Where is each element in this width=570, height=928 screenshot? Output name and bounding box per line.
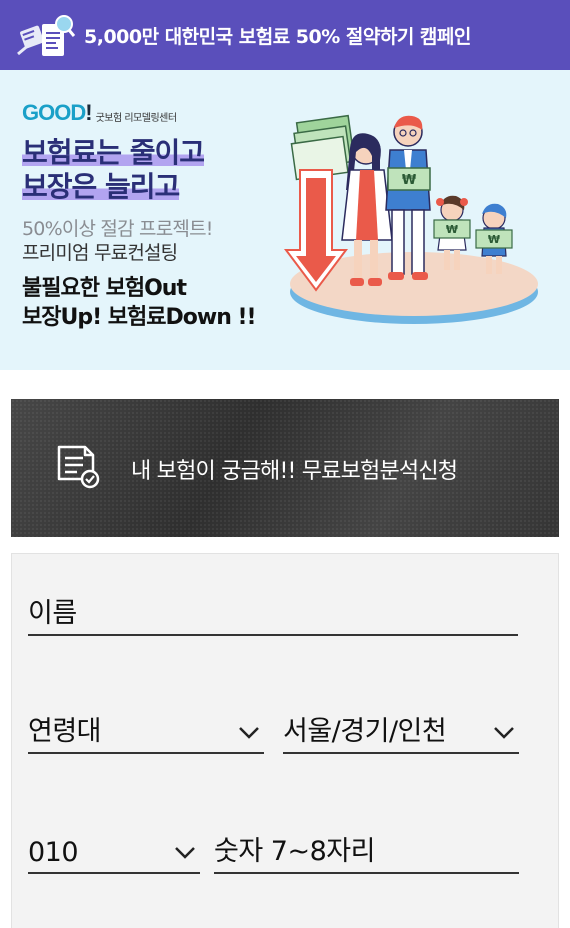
hero-headline: 보험료는 줄이고 보장은 늘리고 (22, 136, 205, 204)
hero-section[interactable]: GOOD! 굿보험 리모델링센터 보험료는 줄이고 보장은 늘리고 50%이상 … (0, 70, 570, 370)
name-placeholder: 이름 (28, 598, 77, 629)
headline-line-1: 보험료는 줄이고 (22, 136, 205, 170)
hero-savings-text: 50%이상 절감 프로젝트! (22, 218, 213, 240)
hero-consult-text: 프리미엄 무료컨설팅 (22, 242, 178, 264)
age-select[interactable]: 연령대 (28, 702, 264, 754)
region-select-value: 서울/경기/인천 (283, 716, 447, 747)
phone-prefix-value: 010 (28, 837, 79, 868)
svg-text:₩: ₩ (488, 233, 500, 246)
chevron-down-icon (239, 727, 259, 739)
age-select-value: 연령대 (28, 716, 102, 747)
hero-promo: 불필요한 보험Out 보장Up! 보험료Down !! (22, 274, 257, 332)
family-illustration: ₩ ₩ ₩ (284, 114, 538, 324)
campaign-banner[interactable]: 5,000만 대한민국 보험료 50% 절약하기 캠페인 (0, 0, 570, 70)
free-analysis-button[interactable]: 내 보험이 궁금해!! 무료보험분석신청 (11, 399, 559, 537)
checklist-icon (57, 445, 100, 489)
document-search-icon (17, 15, 76, 56)
chevron-down-icon (175, 847, 195, 859)
phone-number-input[interactable]: 숫자 7~8자리 (214, 822, 519, 874)
brand-subtitle: 굿보험 리모델링센터 (95, 112, 177, 124)
brand-logo: GOOD! 굿보험 리모델링센터 (22, 100, 177, 126)
logo-wordmark: GOOD! (22, 100, 93, 125)
svg-text:₩: ₩ (446, 223, 458, 236)
promo-line-1: 불필요한 보험Out (22, 276, 187, 301)
phone-prefix-select[interactable]: 010 (28, 822, 200, 874)
name-input[interactable]: 이름 (28, 586, 518, 636)
region-select[interactable]: 서울/경기/인천 (283, 702, 519, 754)
free-analysis-label: 내 보험이 궁금해!! 무료보험분석신청 (131, 459, 458, 484)
phone-placeholder: 숫자 7~8자리 (214, 836, 375, 867)
promo-line-2: 보장Up! 보험료Down !! (22, 305, 257, 330)
chevron-down-icon (494, 727, 514, 739)
svg-text:₩: ₩ (402, 173, 417, 188)
campaign-title: 5,000만 대한민국 보험료 50% 절약하기 캠페인 (84, 26, 471, 48)
headline-line-2: 보장은 늘리고 (22, 170, 180, 204)
